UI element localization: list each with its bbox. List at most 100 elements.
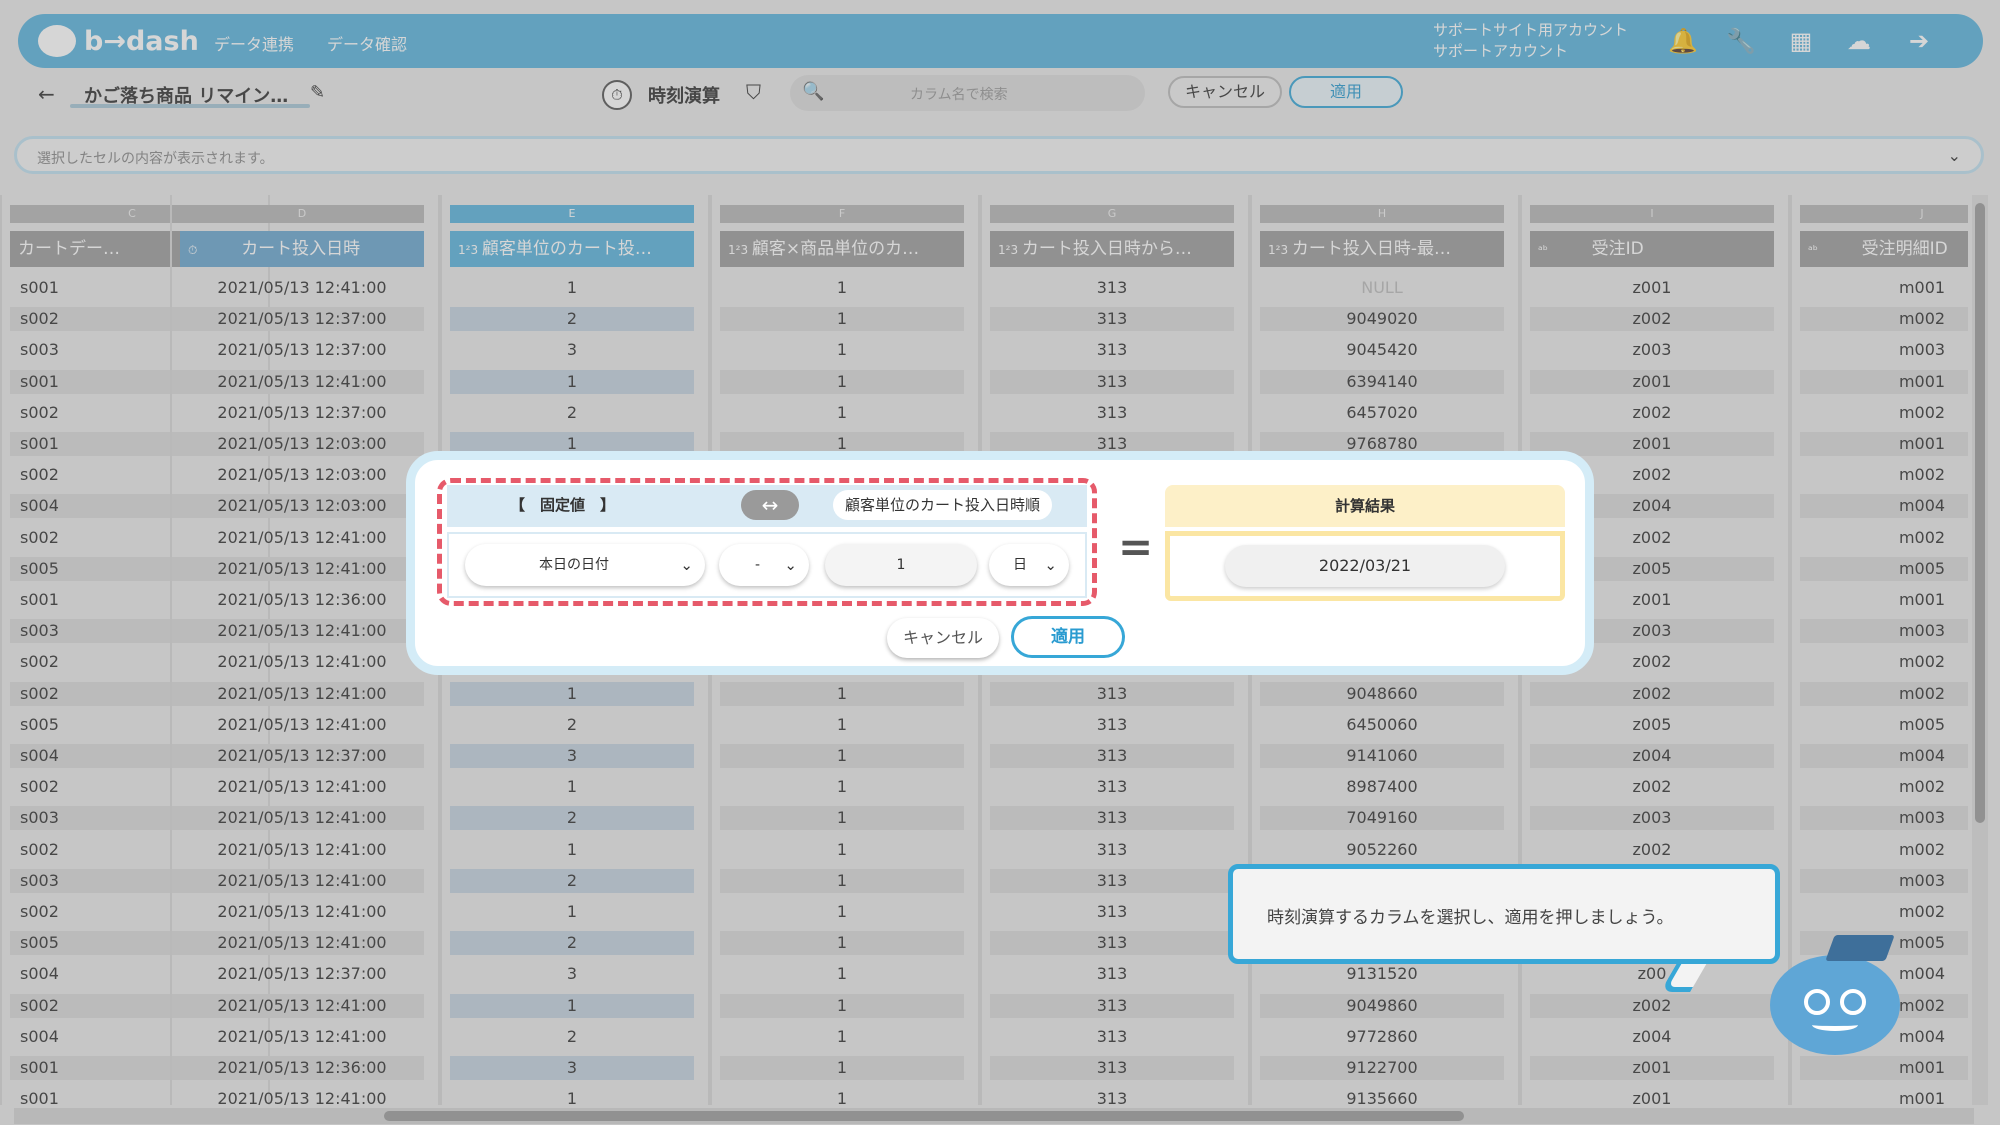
dialog-cancel-button[interactable]: キャンセル bbox=[887, 618, 999, 658]
table-cell[interactable]: 1 bbox=[450, 276, 694, 300]
table-cell[interactable]: 1 bbox=[720, 307, 964, 332]
table-cell[interactable]: 2021/05/13 12:41:00 bbox=[180, 775, 424, 799]
table-cell[interactable]: 1 bbox=[720, 276, 964, 300]
table-cell[interactable]: 1 bbox=[720, 369, 964, 394]
table-cell[interactable]: 2021/05/13 12:37:00 bbox=[180, 401, 424, 425]
edit-pencil-icon[interactable]: ✎ bbox=[310, 82, 325, 103]
table-cell[interactable]: 2021/05/13 12:41:00 bbox=[180, 993, 424, 1018]
table-cell[interactable]: z004 bbox=[1530, 1025, 1774, 1049]
table-cell[interactable]: z002 bbox=[1530, 993, 1774, 1018]
chevron-down-icon[interactable]: ⌄ bbox=[1948, 146, 1961, 165]
table-cell[interactable]: 1 bbox=[450, 838, 694, 862]
table-cell[interactable]: 9048660 bbox=[1260, 681, 1504, 706]
table-cell[interactable]: 2 bbox=[450, 307, 694, 332]
table-cell[interactable]: 9049860 bbox=[1260, 993, 1504, 1018]
vscroll-thumb[interactable] bbox=[1975, 203, 1985, 823]
table-cell[interactable]: z001 bbox=[1530, 276, 1774, 300]
table-cell[interactable]: 2021/05/13 12:41:00 bbox=[180, 838, 424, 862]
table-cell[interactable]: m003 bbox=[1800, 868, 1968, 893]
table-cell[interactable]: 313 bbox=[990, 338, 1234, 362]
table-cell[interactable]: 1 bbox=[720, 993, 964, 1018]
logout-icon[interactable]: ➔ bbox=[1904, 26, 1934, 56]
table-cell[interactable]: 2 bbox=[450, 931, 694, 956]
table-cell[interactable]: z004 bbox=[1530, 744, 1774, 768]
grid-apps-icon[interactable]: ▦ bbox=[1786, 26, 1816, 56]
toolbar-apply-button[interactable]: 適用 bbox=[1289, 76, 1403, 108]
table-cell[interactable]: 9052260 bbox=[1260, 838, 1504, 862]
table-cell[interactable]: 2021/05/13 12:41:00 bbox=[180, 619, 424, 644]
table-cell[interactable]: m002 bbox=[1800, 526, 1968, 550]
bdash-logo[interactable]: b→dash bbox=[38, 22, 199, 60]
table-cell[interactable]: z002 bbox=[1530, 401, 1774, 425]
table-cell[interactable]: m003 bbox=[1800, 619, 1968, 644]
table-cell[interactable]: 2021/05/13 12:41:00 bbox=[180, 900, 424, 924]
table-cell[interactable]: 2021/05/13 12:41:00 bbox=[180, 369, 424, 394]
column-letter[interactable]: J bbox=[1800, 205, 1968, 223]
table-cell[interactable]: 2021/05/13 12:41:00 bbox=[180, 556, 424, 581]
horizontal-scrollbar[interactable] bbox=[14, 1108, 1974, 1124]
column-header[interactable]: 1²3 カート投入日時-最… bbox=[1260, 231, 1504, 267]
table-cell[interactable]: m004 bbox=[1800, 494, 1968, 519]
table-cell[interactable]: 313 bbox=[990, 681, 1234, 706]
table-cell[interactable]: 1 bbox=[720, 744, 964, 768]
table-cell[interactable]: m005 bbox=[1800, 713, 1968, 737]
column-header[interactable]: ᵃᵇ 受注ID bbox=[1530, 231, 1774, 267]
table-cell[interactable]: m002 bbox=[1800, 307, 1968, 332]
table-cell[interactable]: 9045420 bbox=[1260, 338, 1504, 362]
table-cell[interactable]: 313 bbox=[990, 962, 1234, 986]
table-cell[interactable]: 1 bbox=[450, 1087, 694, 1105]
table-cell[interactable]: m005 bbox=[1800, 556, 1968, 581]
column-search-input[interactable]: 🔍 カラム名で検索 bbox=[790, 75, 1145, 111]
table-cell[interactable]: m001 bbox=[1800, 588, 1968, 612]
table-cell[interactable]: m002 bbox=[1800, 900, 1968, 924]
table-cell[interactable]: 3 bbox=[450, 338, 694, 362]
table-cell[interactable]: 9135660 bbox=[1260, 1087, 1504, 1105]
table-cell[interactable]: 313 bbox=[990, 307, 1234, 332]
table-cell[interactable]: 1 bbox=[720, 1087, 964, 1105]
table-cell[interactable]: 1 bbox=[720, 681, 964, 706]
table-cell[interactable]: z001 bbox=[1530, 1087, 1774, 1105]
table-cell[interactable]: m001 bbox=[1800, 432, 1968, 456]
table-cell[interactable]: 2021/05/13 12:41:00 bbox=[180, 276, 424, 300]
table-cell[interactable]: z002 bbox=[1530, 307, 1774, 332]
table-cell[interactable]: 6457020 bbox=[1260, 401, 1504, 425]
table-cell[interactable]: z002 bbox=[1530, 775, 1774, 799]
table-cell[interactable]: z002 bbox=[1530, 681, 1774, 706]
table-cell[interactable]: 1 bbox=[720, 900, 964, 924]
table-cell[interactable]: 2021/05/13 12:41:00 bbox=[180, 1025, 424, 1049]
table-cell[interactable]: 1 bbox=[450, 681, 694, 706]
table-cell[interactable]: 313 bbox=[990, 993, 1234, 1018]
table-cell[interactable]: m003 bbox=[1800, 806, 1968, 831]
table-cell[interactable]: 1 bbox=[450, 369, 694, 394]
table-cell[interactable]: NULL bbox=[1260, 276, 1504, 300]
table-cell[interactable]: 2021/05/13 12:41:00 bbox=[180, 650, 424, 674]
column-letter[interactable]: H bbox=[1260, 205, 1504, 223]
table-cell[interactable]: 313 bbox=[990, 868, 1234, 893]
beginner-mark-icon[interactable]: ⛉ bbox=[746, 80, 761, 104]
table-cell[interactable]: 1 bbox=[450, 900, 694, 924]
table-cell[interactable]: z001 bbox=[1530, 369, 1774, 394]
table-cell[interactable]: 1 bbox=[720, 868, 964, 893]
table-cell[interactable]: 2 bbox=[450, 1025, 694, 1049]
table-cell[interactable]: 9122700 bbox=[1260, 1056, 1504, 1080]
table-cell[interactable]: 9049020 bbox=[1260, 307, 1504, 332]
table-cell[interactable]: m002 bbox=[1800, 463, 1968, 487]
table-cell[interactable]: 1 bbox=[450, 775, 694, 799]
table-cell[interactable]: 2 bbox=[450, 401, 694, 425]
table-cell[interactable]: m004 bbox=[1800, 744, 1968, 768]
toolbar-cancel-button[interactable]: キャンセル bbox=[1168, 76, 1282, 108]
table-cell[interactable]: 2021/05/13 12:37:00 bbox=[180, 338, 424, 362]
chat-icon[interactable]: ☁ bbox=[1844, 26, 1874, 56]
column-letter[interactable]: G bbox=[990, 205, 1234, 223]
wrench-icon[interactable]: 🔧 bbox=[1726, 26, 1756, 56]
table-cell[interactable]: 2021/05/13 12:37:00 bbox=[180, 744, 424, 768]
table-cell[interactable]: 313 bbox=[990, 900, 1234, 924]
table-cell[interactable]: 2021/05/13 12:37:00 bbox=[180, 307, 424, 332]
table-cell[interactable]: 2 bbox=[450, 806, 694, 831]
table-cell[interactable]: 1 bbox=[720, 338, 964, 362]
table-cell[interactable]: z00 bbox=[1530, 962, 1774, 986]
column-header[interactable]: ⏱ カート投入日時 bbox=[180, 231, 424, 267]
table-cell[interactable]: 313 bbox=[990, 369, 1234, 394]
table-cell[interactable]: 3 bbox=[450, 1056, 694, 1080]
table-cell[interactable]: 2021/05/13 12:36:00 bbox=[180, 1056, 424, 1080]
